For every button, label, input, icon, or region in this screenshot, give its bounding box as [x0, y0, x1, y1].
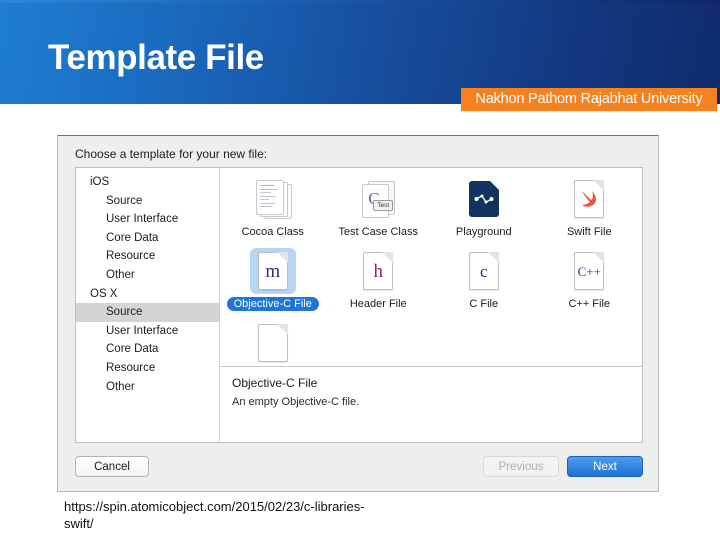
template-tile-objective-c-file[interactable]: m Objective-C File	[220, 248, 326, 312]
page-title: Template File	[48, 38, 264, 77]
sidebar-item-ios-resource[interactable]: Resource	[76, 247, 219, 266]
tile-icon-slot	[461, 176, 507, 222]
sidebar-item-osx-other[interactable]: Other	[76, 378, 219, 397]
template-tile-label: Cocoa Class	[241, 226, 304, 238]
template-tile-c-file[interactable]: c C File	[431, 248, 537, 312]
swift-bird-glyph-icon	[582, 191, 597, 207]
new-file-template-dialog: Choose a template for your new file: iOS…	[57, 135, 659, 492]
sidebar-item-osx-user-interface[interactable]: User Interface	[76, 322, 219, 341]
tile-icon-slot	[250, 176, 296, 222]
template-tile-label: Swift File	[566, 226, 612, 238]
tile-icon-slot: m	[249, 248, 296, 294]
tile-icon-slot: C Test	[355, 176, 401, 222]
objective-c-m-file-icon: m	[257, 252, 288, 290]
slide: Template File Nakhon Pathom Rajabhat Uni…	[0, 0, 720, 540]
description-title: Objective-C File	[232, 376, 318, 390]
template-tile-clipped[interactable]	[220, 320, 326, 366]
template-tile-swift-file[interactable]: Swift File	[537, 176, 643, 240]
tile-icon-slot: h	[355, 248, 401, 294]
test-case-document-icon: C Test	[361, 180, 396, 218]
template-tile-label: Objective-C File	[226, 297, 319, 311]
cpp-file-icon: C++	[574, 252, 605, 290]
swift-bird-icon	[574, 180, 605, 218]
template-description-area: Objective-C File An empty Objective-C fi…	[220, 366, 642, 442]
template-tile-test-case-class[interactable]: C Test Test Case Class	[326, 176, 432, 240]
sidebar-item-ios-user-interface[interactable]: User Interface	[76, 210, 219, 229]
dialog-prompt-label: Choose a template for your new file:	[75, 147, 268, 161]
header-h-file-icon: h	[363, 252, 394, 290]
template-grid-row-1: Cocoa Class C Test Test Case Class Playg…	[220, 168, 642, 240]
template-grid-row-3-clipped	[220, 312, 642, 366]
template-chooser-panel: iOS Source User Interface Core Data Reso…	[75, 167, 643, 443]
tile-icon-slot: C++	[566, 248, 612, 294]
playground-glyph-icon	[474, 194, 494, 204]
tile-icon-slot	[566, 176, 612, 222]
platform-category-sidebar[interactable]: iOS Source User Interface Core Data Reso…	[76, 168, 220, 442]
document-icon	[258, 324, 288, 362]
sidebar-item-osx-core-data[interactable]: Core Data	[76, 340, 219, 359]
template-tile-label: C File	[469, 298, 499, 310]
template-tile-label: Playground	[455, 226, 512, 238]
next-button[interactable]: Next	[567, 456, 643, 477]
stacked-documents-icon	[255, 180, 292, 219]
sidebar-item-osx-source[interactable]: Source	[76, 303, 219, 322]
previous-button[interactable]: Previous	[483, 456, 559, 477]
sidebar-item-ios-other[interactable]: Other	[76, 266, 219, 285]
sidebar-group-ios: iOS	[90, 176, 110, 188]
playground-icon	[468, 181, 499, 217]
sidebar-group-osx: OS X	[90, 287, 118, 300]
university-badge: Nakhon Pathom Rajabhat University	[461, 88, 717, 111]
template-tile-playground[interactable]: Playground	[431, 176, 537, 240]
sidebar-item-ios-source[interactable]: Source	[76, 192, 219, 211]
tile-icon-slot	[250, 320, 296, 366]
source-url-caption: https://spin.atomicobject.com/2015/02/23…	[64, 499, 365, 531]
template-tile-cocoa-class[interactable]: Cocoa Class	[220, 176, 326, 240]
template-tile-label: Test Case Class	[338, 226, 418, 238]
description-body: An empty Objective-C file.	[232, 396, 360, 408]
sidebar-item-osx-resource[interactable]: Resource	[76, 359, 219, 378]
cancel-button[interactable]: Cancel	[75, 456, 149, 477]
template-tile-label: C++ File	[568, 298, 611, 310]
sidebar-item-ios-core-data[interactable]: Core Data	[76, 229, 219, 248]
template-grid: Cocoa Class C Test Test Case Class Playg…	[220, 168, 642, 442]
tile-icon-slot: c	[461, 248, 507, 294]
template-tile-header-file[interactable]: h Header File	[326, 248, 432, 312]
banner-top-accent-line	[0, 0, 720, 3]
template-tile-label: Header File	[349, 298, 407, 310]
template-grid-row-2: m Objective-C File h Header File c C Fil…	[220, 240, 642, 312]
c-file-icon: c	[468, 252, 499, 290]
template-tile-cpp-file[interactable]: C++ C++ File	[537, 248, 643, 312]
